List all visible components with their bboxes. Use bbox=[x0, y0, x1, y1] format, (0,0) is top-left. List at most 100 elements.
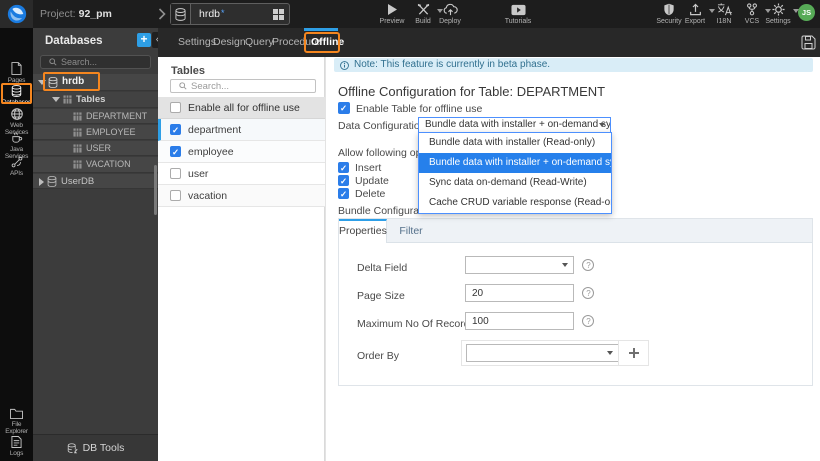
tree-node-table[interactable]: VACATION bbox=[33, 157, 158, 173]
dropdown-option[interactable]: Cache CRUD variable response (Read-only) bbox=[419, 193, 611, 213]
tab-design[interactable]: Design bbox=[213, 28, 246, 57]
preview-button[interactable]: Preview bbox=[375, 3, 409, 26]
table-icon bbox=[73, 112, 82, 121]
tab-properties[interactable]: Properties bbox=[339, 219, 387, 243]
db-tools-button[interactable]: DB Tools bbox=[33, 434, 158, 461]
table-row-user[interactable]: user bbox=[158, 163, 325, 185]
tree-node-userdb[interactable]: UserDB bbox=[33, 174, 158, 189]
editor-tab-strip: Settings Design Query Procedure Offline bbox=[158, 28, 820, 57]
page-size-input[interactable] bbox=[465, 284, 574, 302]
settings-button[interactable]: Settings bbox=[761, 3, 799, 26]
tree-node-hrdb[interactable]: hrdb bbox=[33, 72, 158, 91]
order-by-label: Order By bbox=[357, 350, 400, 362]
save-button[interactable] bbox=[799, 33, 817, 51]
tab-settings[interactable]: Settings bbox=[178, 28, 216, 57]
database-icon bbox=[171, 4, 191, 24]
folder-icon bbox=[0, 408, 33, 419]
tab-query[interactable]: Query bbox=[245, 28, 274, 57]
enable-all-row[interactable]: Enable all for offline use bbox=[158, 97, 325, 119]
app-logo[interactable] bbox=[0, 0, 33, 28]
database-icon bbox=[48, 76, 58, 88]
dropdown-option[interactable]: Bundle data with installer (Read-only) bbox=[419, 133, 611, 153]
tree-node-table[interactable]: EMPLOYEE bbox=[33, 125, 158, 140]
play-icon bbox=[375, 3, 409, 16]
bundle-configuration-panel: Properties Filter Delta Field Page Size … bbox=[338, 218, 813, 386]
caret-right-icon[interactable] bbox=[39, 178, 44, 186]
databases-panel-title: Databases bbox=[45, 35, 103, 47]
tables-search-input[interactable]: Search... bbox=[170, 79, 316, 93]
max-records-help-icon[interactable] bbox=[582, 315, 594, 327]
dropdown-option[interactable]: Sync data on-demand (Read-Write) bbox=[419, 173, 611, 193]
tutorials-button[interactable]: Tutorials bbox=[498, 3, 538, 26]
left-sidebar: Pages Databases Web Services Java Servic… bbox=[0, 28, 33, 461]
db-tools-icon bbox=[67, 442, 83, 454]
table-icon bbox=[73, 160, 82, 169]
sidebar-item-databases[interactable]: Databases bbox=[0, 85, 33, 106]
export-button[interactable]: Export bbox=[679, 3, 715, 26]
order-by-group bbox=[461, 340, 649, 366]
translate-icon bbox=[708, 3, 740, 16]
i18n-button[interactable]: I18N bbox=[708, 3, 740, 26]
update-checkbox[interactable] bbox=[338, 175, 349, 187]
user-checkbox[interactable] bbox=[170, 168, 181, 179]
caret-down-icon bbox=[607, 351, 613, 355]
data-configuration-select[interactable]: Bundle data with installer + on-demand s… bbox=[418, 117, 611, 133]
tab-filter[interactable]: Filter bbox=[387, 219, 435, 243]
search-icon bbox=[175, 82, 187, 90]
coffee-icon bbox=[0, 132, 33, 144]
wavemaker-logo-icon bbox=[7, 4, 27, 24]
max-records-input[interactable] bbox=[465, 312, 574, 330]
department-checkbox[interactable] bbox=[170, 124, 181, 136]
chevron-right-icon bbox=[158, 8, 166, 20]
tree-node-table[interactable]: USER bbox=[33, 141, 158, 156]
data-configuration-dropdown-menu: Bundle data with installer (Read-only) B… bbox=[418, 132, 612, 214]
delta-field-help-icon[interactable] bbox=[582, 259, 594, 271]
video-icon bbox=[498, 4, 538, 16]
caret-down-icon bbox=[562, 263, 568, 267]
bundle-tab-strip: Properties Filter bbox=[339, 219, 812, 243]
caret-down-icon[interactable] bbox=[38, 80, 46, 85]
tab-offline[interactable]: Offline bbox=[311, 28, 344, 57]
deploy-button[interactable]: Deploy bbox=[434, 3, 466, 26]
dropdown-option-selected[interactable]: Bundle data with installer + on-demand s… bbox=[419, 153, 611, 173]
vacation-checkbox[interactable] bbox=[170, 190, 181, 201]
delete-checkbox[interactable] bbox=[338, 188, 349, 200]
page-size-help-icon[interactable] bbox=[582, 287, 594, 299]
order-by-add-button[interactable] bbox=[618, 341, 648, 365]
caret-down-icon[interactable] bbox=[52, 97, 60, 102]
wavemaker-studio: Project: 92_pm hrdb* Preview Build Deploy bbox=[0, 0, 820, 461]
api-nodes-icon bbox=[0, 156, 33, 168]
sidebar-item-logs[interactable]: Logs bbox=[0, 436, 33, 457]
table-row-employee[interactable]: employee bbox=[158, 141, 325, 163]
table-icon bbox=[63, 95, 72, 104]
enable-all-checkbox[interactable] bbox=[170, 102, 181, 113]
database-search-input[interactable]: Search... bbox=[40, 55, 151, 69]
insert-checkbox[interactable] bbox=[338, 162, 349, 174]
sidebar-item-file-explorer[interactable]: File Explorer bbox=[0, 408, 33, 435]
cloud-upload-icon bbox=[434, 3, 466, 16]
tree-node-tables-group[interactable]: Tables bbox=[33, 92, 158, 108]
max-records-label: Maximum No Of Records bbox=[357, 318, 475, 330]
add-database-button[interactable] bbox=[137, 33, 151, 47]
user-avatar[interactable]: JS bbox=[798, 4, 815, 21]
insert-label: Insert bbox=[355, 162, 382, 174]
delta-field-select[interactable] bbox=[465, 256, 574, 274]
database-icon bbox=[47, 176, 57, 187]
table-row-vacation[interactable]: vacation bbox=[158, 185, 325, 207]
caret-down-icon bbox=[599, 123, 605, 127]
page-size-label: Page Size bbox=[357, 290, 405, 302]
table-row-department[interactable]: department bbox=[158, 119, 325, 141]
databases-panel: Databases Search... hrdb Tables DEPARTME… bbox=[33, 28, 165, 461]
table-icon bbox=[73, 144, 82, 153]
tree-node-table[interactable]: DEPARTMENT bbox=[33, 109, 158, 124]
sidebar-item-pages[interactable]: Pages bbox=[0, 62, 33, 84]
update-label: Update bbox=[355, 175, 389, 187]
delete-label: Delete bbox=[355, 188, 386, 200]
scrollbar-thumb[interactable] bbox=[154, 165, 157, 215]
sidebar-item-apis[interactable]: APIs bbox=[0, 156, 33, 177]
grid-icon[interactable] bbox=[273, 8, 284, 20]
order-by-select[interactable] bbox=[466, 344, 619, 362]
enable-table-checkbox[interactable] bbox=[338, 102, 350, 114]
open-artifact-tab[interactable]: hrdb* bbox=[170, 3, 290, 25]
employee-checkbox[interactable] bbox=[170, 146, 181, 158]
